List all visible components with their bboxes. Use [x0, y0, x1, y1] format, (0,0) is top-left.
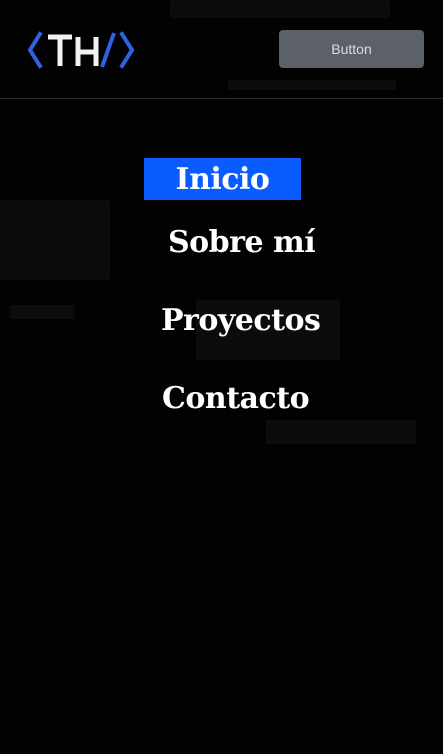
menu-item-proyectos[interactable]: Proyectos — [161, 306, 321, 336]
nav-menu: Inicio Sobre mí Proyectos Contacto — [0, 0, 443, 754]
page: Button Inicio Sobre mí Proyectos Contact… — [0, 0, 443, 754]
menu-item-contacto[interactable]: Contacto — [162, 384, 310, 414]
menu-item-sobre-mi[interactable]: Sobre mí — [168, 228, 316, 258]
menu-item-inicio[interactable]: Inicio — [144, 158, 301, 200]
